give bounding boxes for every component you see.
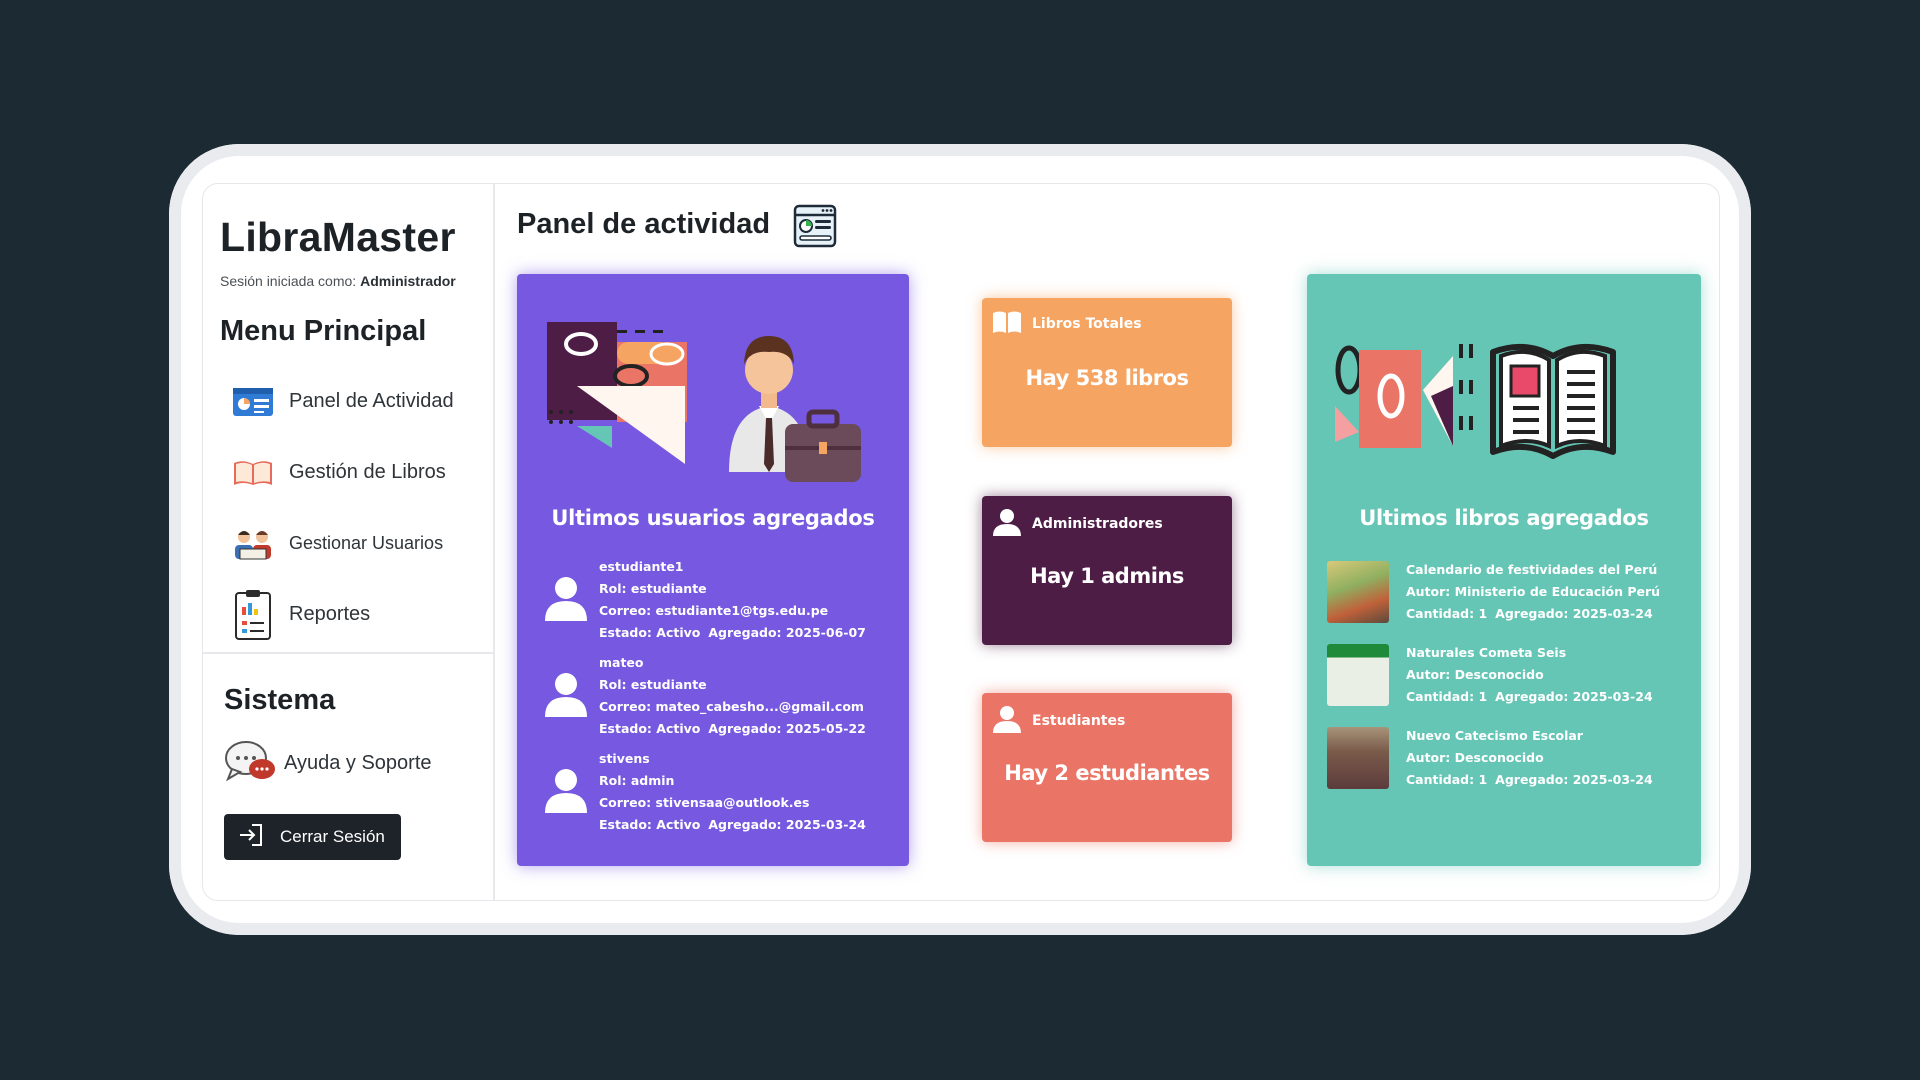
book-added: Agregado: 2025-03-24: [1495, 605, 1653, 621]
books-heading: Ultimos libros agregados: [1359, 506, 1649, 530]
list-item: Naturales Cometa Seis Autor: Desconocido…: [1327, 633, 1687, 716]
user-email: Correo: mateo_cabesho...@gmail.com: [599, 699, 864, 714]
list-item: Nuevo Catecismo Escolar Autor: Desconoci…: [1327, 716, 1687, 799]
user-added: Agregado: 2025-05-22: [708, 721, 866, 736]
list-item: stivens Rol: admin Correo: stivensaa@out…: [545, 744, 895, 840]
sidebar-item-reportes[interactable]: Reportes: [220, 579, 475, 650]
logout-label: Cerrar Sesión: [280, 827, 385, 846]
users-illustration: [547, 314, 887, 494]
app-window: LibraMaster Sesión iniciada como: Admini…: [202, 183, 1720, 901]
stat-label: Administradores: [1032, 516, 1163, 532]
users-heading: Ultimos usuarios agregados: [551, 506, 875, 530]
main-content: Panel de actividad Ultimos usuarios agre…: [495, 184, 1719, 900]
book-author: Autor: Ministerio de Educación Perú: [1406, 583, 1661, 599]
book-open-icon: [992, 310, 1022, 338]
user-added: Agregado: 2025-03-24: [708, 817, 866, 832]
help-support-link[interactable]: Ayuda y Soporte: [224, 739, 473, 788]
book-title: Nuevo Catecismo Escolar: [1406, 727, 1583, 743]
user-status: Estado: Activo: [599, 625, 701, 640]
dashboard-browser-icon: [793, 204, 837, 253]
book-added: Agregado: 2025-03-24: [1495, 688, 1653, 704]
sign-in-arrow-icon: [238, 823, 264, 852]
session-role: Administrador: [360, 273, 456, 289]
user-avatar-icon: [545, 767, 593, 817]
sidebar-item-gestion-libros[interactable]: Gestión de Libros: [220, 437, 475, 508]
book-qty: Cantidad: 1: [1406, 771, 1488, 787]
user-role: Rol: admin: [599, 773, 675, 788]
sidebar-item-gestionar-usuarios[interactable]: Gestionar Usuarios: [220, 508, 475, 579]
sidebar-item-label: Gestión de Libros: [289, 461, 446, 483]
stat-value: Hay 538 libros: [1025, 366, 1189, 390]
user-email: Correo: estudiante1@tgs.edu.pe: [599, 603, 829, 618]
user-role: Rol: estudiante: [599, 581, 707, 596]
user-status: Estado: Activo: [599, 817, 701, 832]
user-avatar-icon: [545, 671, 593, 721]
user-status: Estado: Activo: [599, 721, 701, 736]
stat-label: Libros Totales: [1032, 316, 1142, 332]
app-logo-text: LibraMaster: [220, 214, 456, 260]
chat-bubbles-icon: [224, 739, 278, 788]
book-author: Autor: Desconocido: [1406, 666, 1544, 682]
book-cover-image: [1327, 643, 1389, 706]
book-cover-image: [1327, 726, 1389, 789]
book-title: Naturales Cometa Seis: [1406, 644, 1567, 660]
book-qty: Cantidad: 1: [1406, 688, 1488, 704]
user-icon: [992, 705, 1022, 737]
students-card: Estudiantes Hay 2 estudiantes: [982, 693, 1232, 842]
user-name: estudiante1: [599, 559, 684, 574]
user-name: mateo: [599, 655, 644, 670]
sidebar-item-label: Reportes: [289, 603, 371, 625]
book-cover-image: [1327, 560, 1389, 623]
clipboard-report-icon: [232, 589, 274, 640]
book-author: Autor: Desconocido: [1406, 749, 1544, 765]
books-list: Calendario de festividades del Perú Auto…: [1327, 550, 1687, 799]
list-item: estudiante1 Rol: estudiante Correo: estu…: [545, 552, 895, 648]
user-icon: [992, 508, 1022, 540]
system-title: Sistema: [224, 684, 336, 716]
session-info: Sesión iniciada como: Administrador: [220, 273, 475, 289]
page-title: Panel de actividad: [517, 208, 771, 240]
stat-value: Hay 1 admins: [1030, 564, 1184, 588]
stat-value: Hay 2 estudiantes: [1004, 761, 1210, 785]
user-added: Agregado: 2025-06-07: [708, 625, 866, 640]
book-qty: Cantidad: 1: [1406, 605, 1488, 621]
list-item: Calendario de festividades del Perú Auto…: [1327, 550, 1687, 633]
stat-label: Estudiantes: [1032, 713, 1126, 729]
books-illustration: [1335, 336, 1675, 468]
dashboard-card-icon: [232, 377, 274, 427]
open-book-icon: [232, 448, 274, 498]
sidebar-item-panel-actividad[interactable]: Panel de Actividad: [220, 366, 475, 437]
admins-card: Administradores Hay 1 admins: [982, 496, 1232, 645]
sidebar-main: LibraMaster Sesión iniciada como: Admini…: [203, 184, 493, 654]
list-item: mateo Rol: estudiante Correo: mateo_cabe…: [545, 648, 895, 744]
total-books-card: Libros Totales Hay 538 libros: [982, 298, 1232, 447]
users-list: estudiante1 Rol: estudiante Correo: estu…: [545, 552, 895, 840]
menu-title: Menu Principal: [220, 315, 427, 347]
user-role: Rol: estudiante: [599, 677, 707, 692]
sidebar-system: Sistema Ayuda y Soporte Cerrar Sesión: [203, 654, 493, 860]
sidebar: LibraMaster Sesión iniciada como: Admini…: [203, 184, 495, 900]
latest-users-card: Ultimos usuarios agregados estudiante1 R…: [517, 274, 909, 866]
user-name: stivens: [599, 751, 650, 766]
latest-books-card: Ultimos libros agregados Calendario de f…: [1307, 274, 1701, 866]
user-email: Correo: stivensaa@outlook.es: [599, 795, 810, 810]
help-support-label: Ayuda y Soporte: [284, 752, 432, 774]
book-added: Agregado: 2025-03-24: [1495, 771, 1653, 787]
book-title: Calendario de festividades del Perú: [1406, 561, 1658, 577]
sidebar-item-label: Panel de Actividad: [289, 390, 454, 412]
user-avatar-icon: [545, 575, 593, 625]
logout-button[interactable]: Cerrar Sesión: [224, 814, 401, 860]
session-prefix: Sesión iniciada como:: [220, 273, 361, 289]
users-group-icon: [232, 519, 274, 569]
sidebar-item-label: Gestionar Usuarios: [289, 533, 444, 553]
